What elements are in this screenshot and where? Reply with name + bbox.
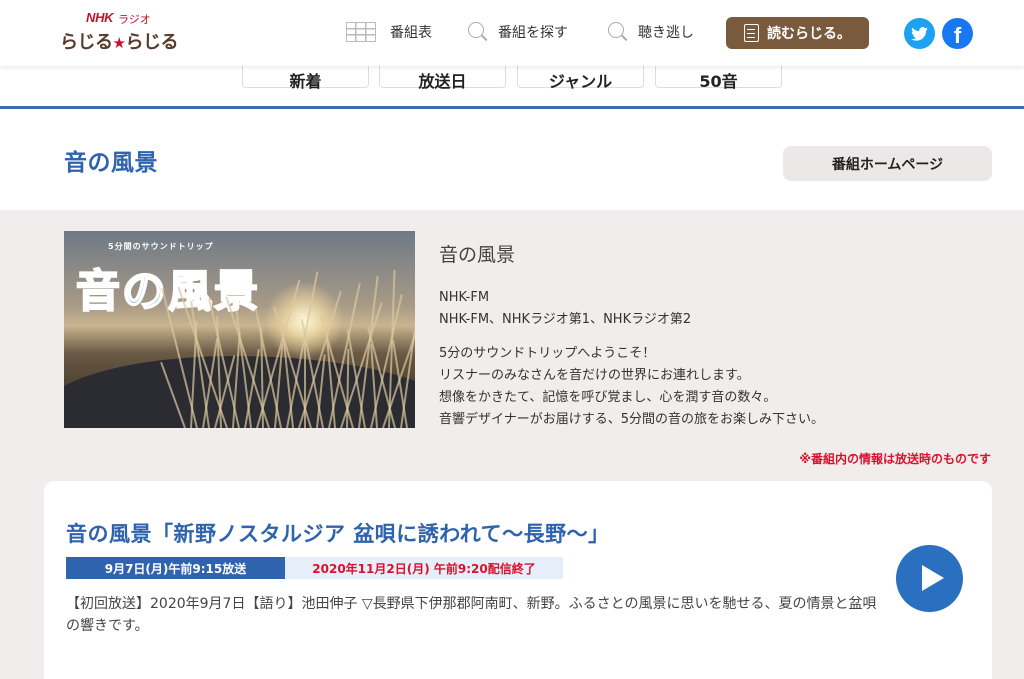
program-title-band: 音の風景 番組ホームページ xyxy=(0,109,1024,210)
logo-wordmark: らじる★らじる xyxy=(60,32,178,53)
search-icon xyxy=(608,22,624,38)
nav-search[interactable]: 番組を探す xyxy=(468,22,568,42)
program-homepage-button[interactable]: 番組ホームページ xyxy=(783,146,992,181)
description-line: 音響デザイナーがお届けする、5分間の音の旅をお楽しみ下さい。 xyxy=(439,412,825,427)
tab-gojuon[interactable]: 50音 xyxy=(655,66,782,91)
search-icon xyxy=(468,22,484,38)
logo-nhk-text: NHK xyxy=(86,10,114,25)
episode-title[interactable]: 音の風景「新野ノスタルジア 盆唄に誘われて〜長野〜」 xyxy=(66,518,610,548)
twitter-icon[interactable] xyxy=(904,18,935,49)
episode-description: 【初回放送】2020年9月7日【語り】池田伸子 ▽長野県下伊那郡阿南町、新野。ふ… xyxy=(66,596,877,634)
program-stations-all: NHK-FM、NHKラジオ第1、NHKラジオ第2 xyxy=(439,312,692,327)
program-info: 音の風景 NHK-FM NHK-FM、NHKラジオ第1、NHKラジオ第2 5分の… xyxy=(439,240,999,431)
tab-new[interactable]: 新着 xyxy=(242,66,369,91)
program-info-title: 音の風景 xyxy=(439,244,516,266)
yomu-radiru-button[interactable]: 読むらじる。 xyxy=(726,17,869,49)
document-icon xyxy=(744,24,759,42)
description-line: 想像をかきたて、記憶を呼び覚まし、心を潤す音の数々。 xyxy=(439,390,777,405)
image-tagline: 5分間のサウンドトリップ xyxy=(108,242,214,251)
episode-card: 音の風景「新野ノスタルジア 盆唄に誘われて〜長野〜」 9月7日(月)午前9:15… xyxy=(44,481,992,679)
logo-radio-text: ラジオ xyxy=(118,13,151,26)
air-date-badge: 9月7日(月)午前9:15放送 xyxy=(66,557,285,579)
nav-schedule[interactable]: 番組表 xyxy=(346,22,432,42)
nav-catchup-label: 聴き逃し xyxy=(638,25,694,41)
description-line: 5分のサウンドトリップへようこそ！ xyxy=(439,346,656,361)
program-station: NHK-FM xyxy=(439,290,490,305)
facebook-icon[interactable]: f xyxy=(942,18,973,49)
page-title: 音の風景 xyxy=(64,150,158,176)
broadcast-info-notice: ※番組内の情報は放送時のものです xyxy=(799,452,991,466)
nav-schedule-label: 番組表 xyxy=(390,25,432,41)
nav-search-label: 番組を探す xyxy=(498,25,568,41)
tab-broadcast-date[interactable]: 放送日 xyxy=(379,66,506,91)
category-tabs: 新着 放送日 ジャンル 50音 xyxy=(0,66,1024,109)
stream-end-badge: 2020年11月2日(月) 午前9:20配信終了 xyxy=(285,557,563,579)
description-line: リスナーのみなさんを音だけの世界にお連れします。 xyxy=(439,368,750,383)
radiru-logo[interactable]: NHK ラジオ らじる★らじる xyxy=(60,10,180,56)
yomu-radiru-label: 読むらじる。 xyxy=(767,26,851,42)
site-header: NHK ラジオ らじる★らじる 番組表 番組を探す 聴き逃し 読むらじる。 f xyxy=(0,0,1024,66)
grid-icon xyxy=(346,22,376,42)
nav-catchup[interactable]: 聴き逃し xyxy=(608,22,694,42)
tab-genre[interactable]: ジャンル xyxy=(517,66,644,91)
play-button[interactable] xyxy=(896,545,963,612)
program-description: 5分のサウンドトリップへようこそ！ リスナーのみなさんを音だけの世界にお連れしま… xyxy=(439,343,999,431)
program-image: 5分間のサウンドトリップ 音の風景 xyxy=(64,231,415,428)
